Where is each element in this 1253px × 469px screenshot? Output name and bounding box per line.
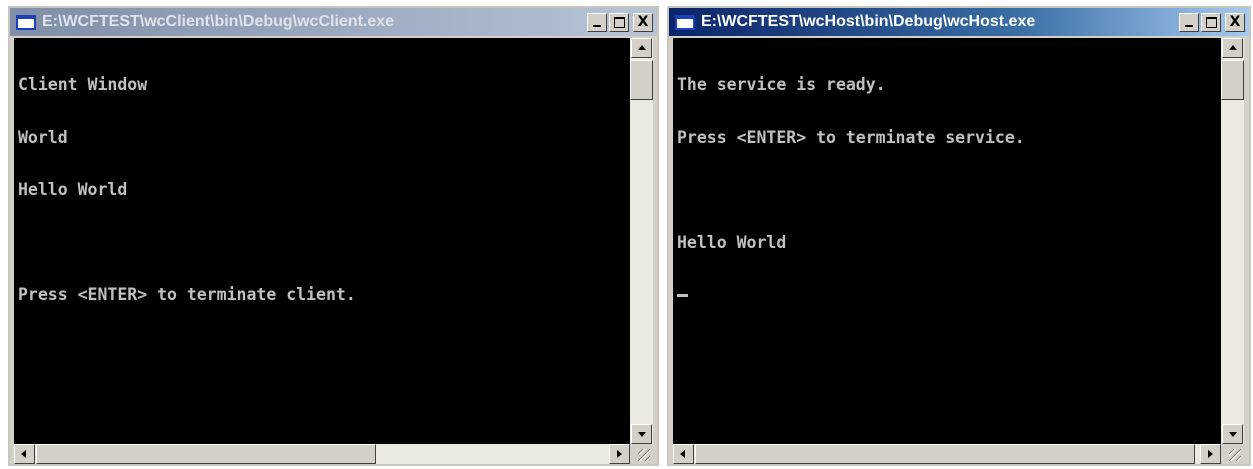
console-line: Client Window <box>18 75 148 94</box>
close-button[interactable]: X <box>633 12 653 32</box>
vertical-scroll-thumb[interactable] <box>630 60 653 100</box>
text-cursor-icon <box>677 294 688 297</box>
console-app-icon <box>16 14 36 30</box>
scroll-down-icon[interactable] <box>631 424 652 444</box>
vertical-scrollbar[interactable] <box>630 38 653 444</box>
client-titlebar[interactable]: E:\WCFTEST\wcClient\bin\Debug\wcClient.e… <box>10 8 657 36</box>
console-line: Press <ENTER> to terminate service. <box>677 127 1025 147</box>
minimize-button[interactable] <box>1179 12 1199 32</box>
console-app-icon <box>675 14 695 30</box>
scroll-down-icon[interactable] <box>1222 424 1243 444</box>
vertical-scroll-thumb[interactable] <box>1221 60 1244 100</box>
console-line: The service is ready. <box>677 75 886 94</box>
console-line: World <box>18 127 68 147</box>
host-console-window[interactable]: E:\WCFTEST\wcHost\bin\Debug\wcHost.exe X… <box>667 6 1251 466</box>
scroll-right-icon[interactable] <box>609 444 630 464</box>
resize-grip-icon[interactable] <box>630 444 653 464</box>
scroll-right-icon[interactable] <box>1200 444 1221 464</box>
minimize-button[interactable] <box>587 12 607 32</box>
scroll-up-icon[interactable] <box>1222 38 1243 58</box>
maximize-button[interactable] <box>1201 12 1221 32</box>
close-icon: X <box>637 13 649 30</box>
horizontal-scroll-thumb[interactable] <box>36 444 376 464</box>
horizontal-scrollbar[interactable] <box>14 444 630 464</box>
close-button[interactable]: X <box>1225 12 1245 32</box>
console-line: Hello World <box>677 232 787 252</box>
console-cursor-line <box>677 286 1221 304</box>
scroll-left-icon[interactable] <box>14 444 35 464</box>
scroll-up-icon[interactable] <box>631 38 652 58</box>
close-icon: X <box>1229 13 1241 30</box>
host-titlebar[interactable]: E:\WCFTEST\wcHost\bin\Debug\wcHost.exe X <box>669 8 1249 36</box>
window-title: E:\WCFTEST\wcClient\bin\Debug\wcClient.e… <box>42 13 395 30</box>
console-line: Press <ENTER> to terminate client. <box>18 285 356 304</box>
client-console-window[interactable]: E:\WCFTEST\wcClient\bin\Debug\wcClient.e… <box>8 6 659 466</box>
horizontal-scroll-thumb[interactable] <box>695 444 1195 464</box>
console-output[interactable]: The service is ready. Press <ENTER> to t… <box>673 38 1221 444</box>
window-title: E:\WCFTEST\wcHost\bin\Debug\wcHost.exe <box>701 13 1036 30</box>
maximize-button[interactable] <box>609 12 629 32</box>
horizontal-scrollbar[interactable] <box>673 444 1221 464</box>
scroll-left-icon[interactable] <box>673 444 694 464</box>
console-line: Hello World <box>18 180 128 199</box>
console-output[interactable]: Client Window World Hello World Press <E… <box>14 38 630 444</box>
vertical-scrollbar[interactable] <box>1221 38 1244 444</box>
resize-grip-icon[interactable] <box>1221 444 1244 464</box>
